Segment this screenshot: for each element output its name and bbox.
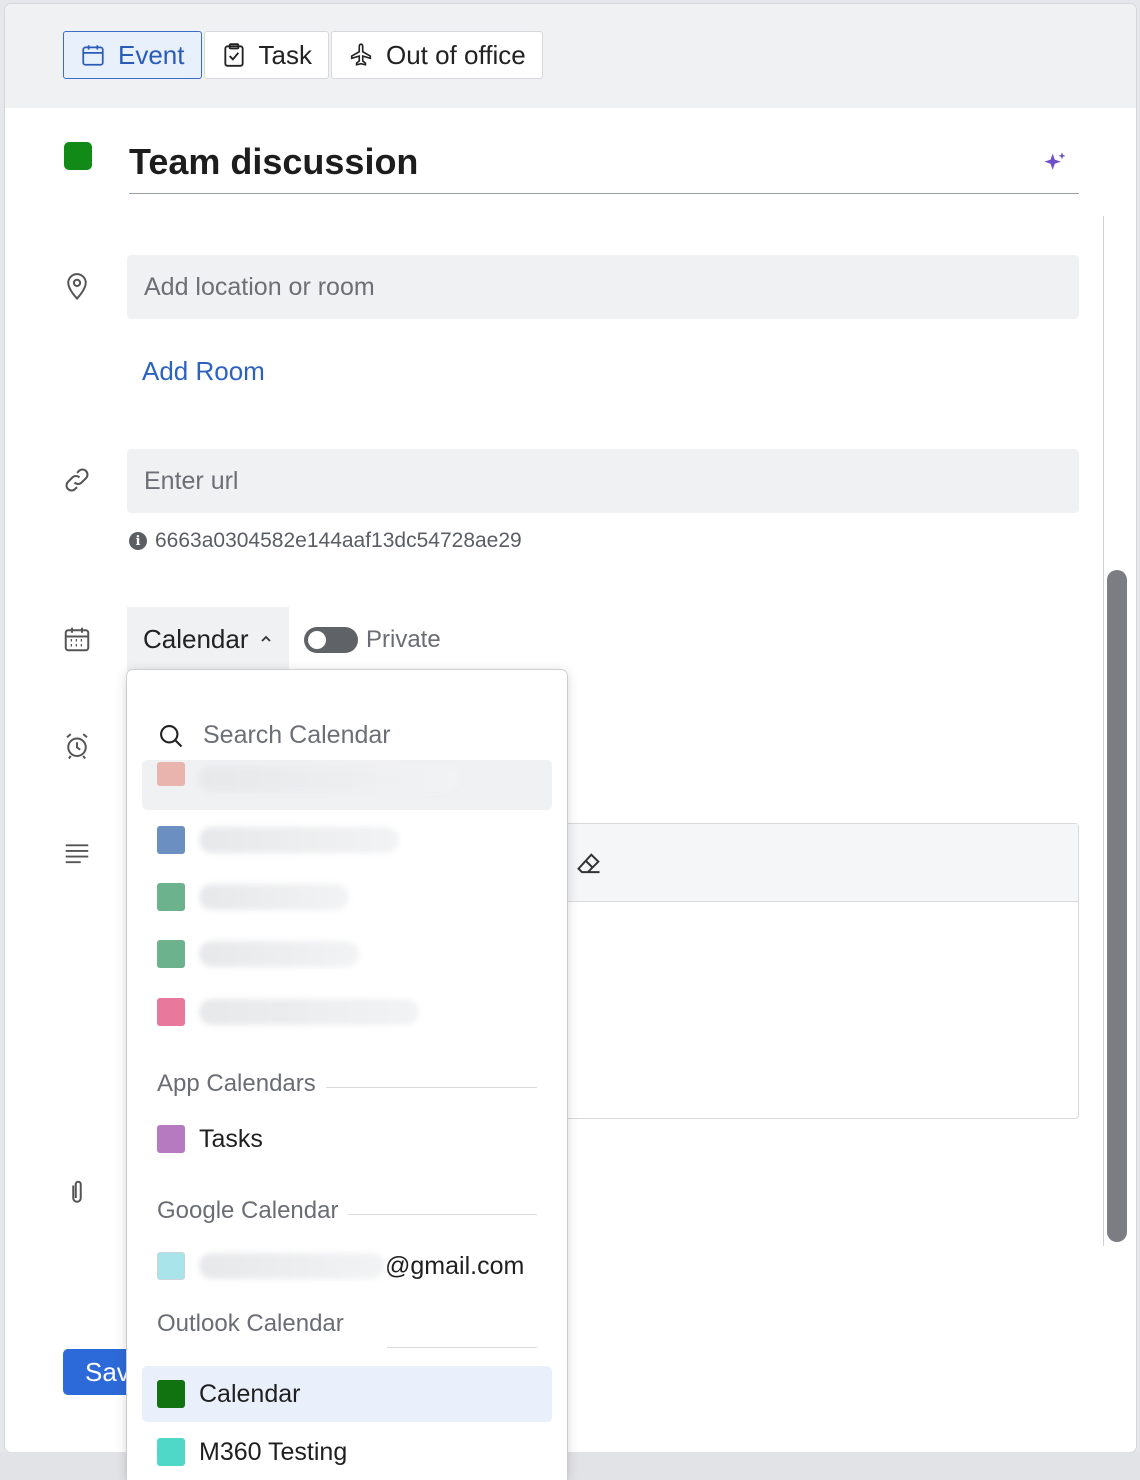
calendar-icon	[82, 45, 104, 66]
location-input[interactable]	[127, 255, 1079, 319]
calendar-swatch	[157, 762, 185, 786]
calendar-swatch	[157, 1252, 185, 1280]
calendar-swatch	[157, 826, 185, 854]
outlook-calendar-header: Outlook Calendar	[157, 1310, 537, 1338]
calendar-option[interactable]	[142, 926, 552, 982]
airplane-icon	[350, 43, 372, 66]
add-room-link[interactable]: Add Room	[142, 356, 265, 387]
header-divider	[387, 1347, 537, 1348]
outlook-calendar-header-label: Outlook Calendar	[157, 1310, 344, 1337]
url-input[interactable]	[127, 449, 1079, 513]
scrollbar-thumb[interactable]	[1107, 570, 1127, 1242]
calendar-option-m360-testing[interactable]: M360 Testing	[142, 1424, 552, 1480]
event-title-input[interactable]	[129, 130, 1079, 194]
calendar-dropdown: App Calendars Tasks Google Calendar @gma…	[127, 670, 567, 1480]
location-pin-icon	[62, 271, 92, 301]
calendar-swatch	[157, 1125, 185, 1153]
calendar-swatch	[157, 1380, 185, 1408]
event-color-picker[interactable]	[64, 142, 92, 170]
blurred-calendar-name	[199, 766, 459, 792]
search-icon	[160, 724, 183, 747]
description-icon	[62, 839, 92, 869]
editor-toolbar	[546, 824, 1078, 902]
link-icon	[62, 465, 92, 495]
calendar-option[interactable]	[142, 869, 552, 925]
alarm-clock-icon	[62, 731, 92, 761]
calendar-option-outlook-calendar[interactable]: Calendar	[142, 1366, 552, 1422]
url-hint: i 6663a0304582e144aaf13dc54728ae29	[129, 529, 522, 553]
google-calendar-header-label: Google Calendar	[157, 1197, 339, 1224]
scrollbar-divider	[1103, 216, 1104, 1246]
tab-task-label: Task	[258, 39, 312, 70]
calendar-grid-icon	[62, 624, 92, 654]
calendar-option[interactable]	[142, 812, 552, 868]
description-editor[interactable]	[545, 823, 1079, 1119]
calendar-swatch	[157, 883, 185, 911]
tab-out-of-office-label: Out of office	[385, 39, 526, 70]
chevron-up-icon	[260, 635, 271, 642]
calendar-swatch	[157, 940, 185, 968]
tab-event[interactable]: Event	[63, 31, 202, 79]
app-calendars-header: App Calendars	[157, 1070, 537, 1098]
sparkle-icon[interactable]	[1041, 150, 1069, 178]
blurred-email-local-part	[199, 1253, 385, 1279]
info-icon: i	[129, 532, 147, 550]
header-divider	[348, 1213, 537, 1215]
paperclip-icon[interactable]	[62, 1178, 92, 1208]
blurred-calendar-name	[199, 999, 419, 1025]
blurred-calendar-name	[199, 884, 349, 910]
tab-out-of-office[interactable]: Out of office	[330, 31, 543, 79]
blurred-calendar-name	[199, 827, 399, 853]
event-type-bar: Event Task Out of office	[5, 4, 1136, 108]
clipboard-check-icon	[223, 43, 244, 67]
calendar-swatch	[157, 1438, 185, 1466]
calendar-option-gmail[interactable]: @gmail.com	[142, 1238, 552, 1294]
app-calendars-header-label: App Calendars	[157, 1070, 316, 1097]
tab-event-label: Event	[118, 39, 185, 70]
calendar-select[interactable]: Calendar	[127, 607, 289, 671]
private-label: Private	[366, 626, 441, 653]
calendar-search	[157, 710, 537, 762]
tab-task[interactable]: Task	[203, 31, 329, 79]
calendar-option-label: M360 Testing	[199, 1437, 348, 1466]
gmail-suffix-label: @gmail.com	[385, 1251, 525, 1280]
calendar-option[interactable]	[142, 984, 552, 1040]
calendar-option-tasks[interactable]: Tasks	[142, 1111, 552, 1167]
header-divider	[325, 1086, 537, 1088]
calendar-select-label: Calendar	[143, 623, 249, 654]
event-type-tabs: Event Task Out of office	[63, 31, 545, 79]
google-calendar-header: Google Calendar	[157, 1197, 537, 1225]
eraser-icon[interactable]	[574, 850, 604, 878]
calendar-option-label: Calendar	[199, 1379, 301, 1408]
calendar-option[interactable]	[142, 760, 552, 810]
private-toggle[interactable]	[304, 627, 358, 653]
calendar-swatch	[157, 998, 185, 1026]
calendar-option-label: Tasks	[199, 1124, 263, 1153]
calendar-search-input[interactable]	[203, 721, 523, 750]
url-hint-text: 6663a0304582e144aaf13dc54728ae29	[155, 529, 522, 552]
blurred-calendar-name	[199, 941, 359, 967]
